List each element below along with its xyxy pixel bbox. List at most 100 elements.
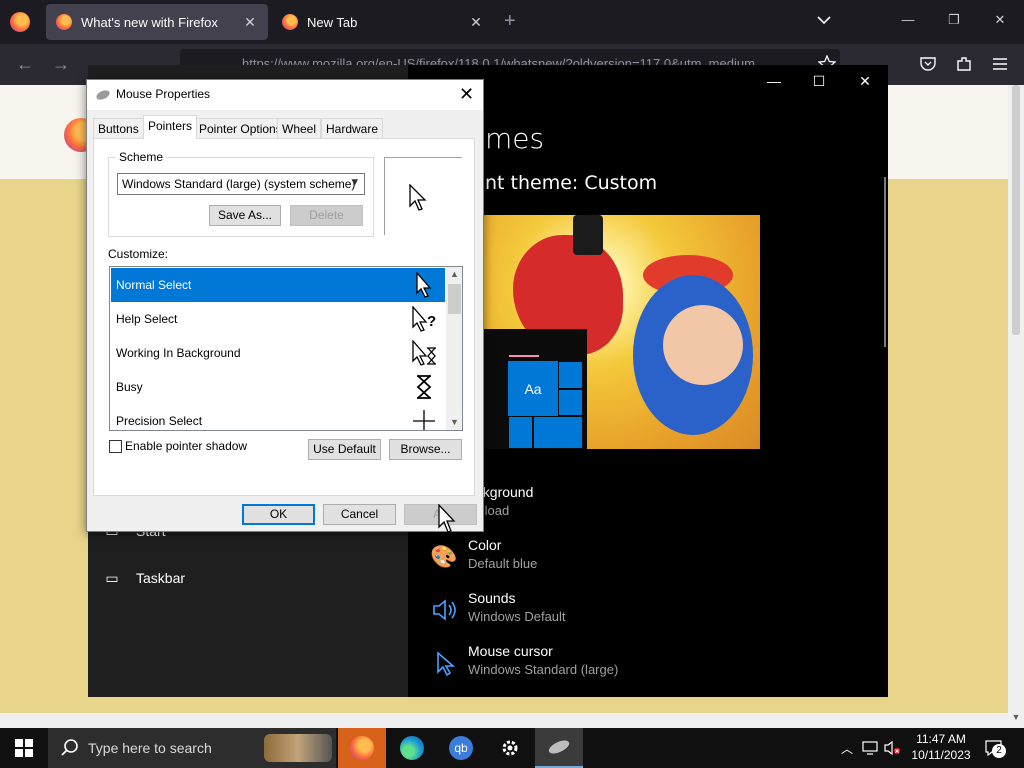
tab-title: New Tab [307, 14, 358, 30]
extensions-puzzle-icon[interactable] [955, 55, 973, 73]
mouse-icon [546, 737, 572, 757]
speaker-icon [433, 599, 456, 621]
page-title: mes [485, 122, 545, 155]
preview-tile [533, 416, 583, 449]
save-as-button[interactable]: Save As... [209, 205, 281, 226]
scroll-up-arrow-icon[interactable]: ▲ [446, 269, 462, 279]
settings-scrollbar[interactable] [884, 177, 886, 347]
volume-muted-icon[interactable] [882, 728, 902, 768]
forward-arrow-icon[interactable]: → [52, 54, 70, 75]
firefox-menu-icon[interactable] [10, 12, 30, 32]
notification-center-button[interactable]: 2 [980, 728, 1008, 768]
list-item-help-select[interactable]: Help Select ? [111, 302, 445, 336]
network-icon[interactable] [860, 728, 880, 768]
preview-tile [508, 416, 533, 449]
page-horizontal-scrollbar[interactable] [0, 713, 1008, 728]
firefox-favicon-icon [56, 14, 72, 30]
scrollbar-thumb[interactable] [448, 284, 461, 314]
restore-icon[interactable]: ❐ [944, 12, 964, 28]
tab-new-tab[interactable]: New Tab ✕ [272, 4, 494, 40]
checkbox-box[interactable] [109, 439, 122, 453]
option-color[interactable]: 🎨 Color Default blue [428, 537, 848, 581]
use-default-button[interactable]: Use Default [308, 439, 381, 460]
scrollbar-thumb[interactable] [1012, 85, 1020, 335]
tab-close-icon[interactable]: ✕ [468, 14, 484, 31]
scheme-group: Scheme Windows Standard (large) (system … [108, 150, 374, 237]
checkbox-label: Enable pointer shadow [125, 439, 248, 453]
taskbar-qbittorrent[interactable]: qb [437, 728, 485, 768]
scroll-down-arrow-icon[interactable]: ▼ [1008, 712, 1024, 722]
arrow-cursor-icon [416, 272, 432, 298]
svg-text:?: ? [427, 313, 436, 330]
list-item-label: Precision Select [116, 414, 203, 428]
cursor-list: Normal Select Help Select ? Working In B… [109, 266, 463, 431]
show-hidden-icons-chevron-icon[interactable]: ︿ [838, 728, 856, 768]
mouse-properties-dialog: Mouse Properties ✕ Buttons Pointers Poin… [86, 79, 484, 532]
taskbar-mouse-properties[interactable] [535, 728, 583, 768]
taskbar-clock[interactable]: 11:47 AM 10/11/2023 [902, 731, 980, 763]
scheme-dropdown[interactable]: Windows Standard (large) (system scheme)… [117, 173, 365, 195]
delete-button[interactable]: Delete [290, 205, 363, 226]
option-subtitle: Windows Standard (large) [468, 662, 619, 677]
list-all-tabs-icon[interactable] [816, 12, 832, 28]
mouse-icon [94, 88, 112, 102]
maximize-icon[interactable]: ☐ [809, 73, 829, 90]
pointers-tab-panel: Scheme Windows Standard (large) (system … [93, 138, 475, 496]
search-placeholder: Type here to search [88, 740, 212, 756]
page-vertical-scrollbar[interactable]: ▼ [1008, 85, 1024, 728]
network-icon-glyph [862, 741, 878, 755]
close-window-icon[interactable]: ✕ [990, 12, 1010, 28]
list-item-busy[interactable]: Busy [111, 370, 445, 404]
taskbar-firefox[interactable] [338, 728, 386, 768]
option-title: Color [468, 537, 502, 553]
back-arrow-icon[interactable]: ← [16, 54, 34, 75]
dialog-titlebar[interactable]: Mouse Properties ✕ [87, 80, 483, 110]
tab-close-icon[interactable]: ✕ [242, 14, 258, 31]
tab-whats-new[interactable]: What's new with Firefox ✕ [46, 4, 268, 40]
list-item-precision-select[interactable]: Precision Select [111, 404, 445, 430]
speaker-muted-icon [884, 740, 901, 756]
pocket-icon[interactable] [919, 55, 937, 73]
preview-art [573, 215, 603, 255]
list-item-label: Working In Background [116, 346, 241, 360]
option-background[interactable]: ackground wnload [428, 484, 848, 528]
taskbar: Type here to search qb ︿ 11:47 AM 10/11/… [0, 728, 1024, 768]
tab-buttons[interactable]: Buttons [93, 118, 144, 138]
tab-pointer-options[interactable]: Pointer Options [194, 118, 287, 138]
search-highlight-image [264, 734, 332, 762]
notification-count-badge: 2 [992, 744, 1006, 758]
start-button[interactable] [0, 728, 48, 768]
firefox-icon [350, 736, 374, 760]
hamburger-menu-icon[interactable] [991, 55, 1009, 73]
minimize-icon[interactable]: — [898, 12, 918, 27]
minimize-icon[interactable]: — [764, 73, 784, 89]
preview-tile-aa: Aa [508, 361, 558, 416]
list-item-normal-select[interactable]: Normal Select [111, 268, 445, 302]
option-title: Sounds [468, 590, 516, 606]
option-title: Mouse cursor [468, 643, 553, 659]
taskbar-edge[interactable] [388, 728, 436, 768]
taskbar-icon: ▭ [105, 569, 119, 586]
tab-pointers[interactable]: Pointers [143, 115, 198, 139]
close-icon[interactable]: ✕ [459, 84, 474, 105]
enable-pointer-shadow-checkbox[interactable]: Enable pointer shadow [109, 439, 247, 453]
crosshair-cursor-icon [413, 410, 435, 430]
ok-button[interactable]: OK [242, 504, 315, 525]
cancel-button[interactable]: Cancel [323, 504, 396, 525]
tab-wheel[interactable]: Wheel [277, 118, 322, 138]
hourglass-cursor-icon [416, 375, 432, 399]
browse-button[interactable]: Browse... [389, 439, 462, 460]
cursor-list-scrollbar[interactable]: ▲ ▼ [446, 267, 462, 430]
close-window-icon[interactable]: ✕ [855, 73, 875, 90]
new-tab-button[interactable]: + [504, 10, 516, 33]
option-sounds[interactable]: Sounds Windows Default [428, 590, 848, 634]
search-icon [61, 739, 78, 756]
option-mouse-cursor[interactable]: Mouse cursor Windows Standard (large) [428, 643, 848, 687]
taskbar-search-box[interactable]: Type here to search [48, 728, 336, 768]
list-item-working-in-background[interactable]: Working In Background [111, 336, 445, 370]
settings-gear-icon [502, 740, 518, 756]
nav-item-taskbar[interactable]: ▭ Taskbar [88, 563, 185, 593]
tab-hardware[interactable]: Hardware [321, 118, 384, 138]
taskbar-settings[interactable] [486, 728, 534, 768]
scroll-down-arrow-icon[interactable]: ▼ [446, 417, 462, 427]
